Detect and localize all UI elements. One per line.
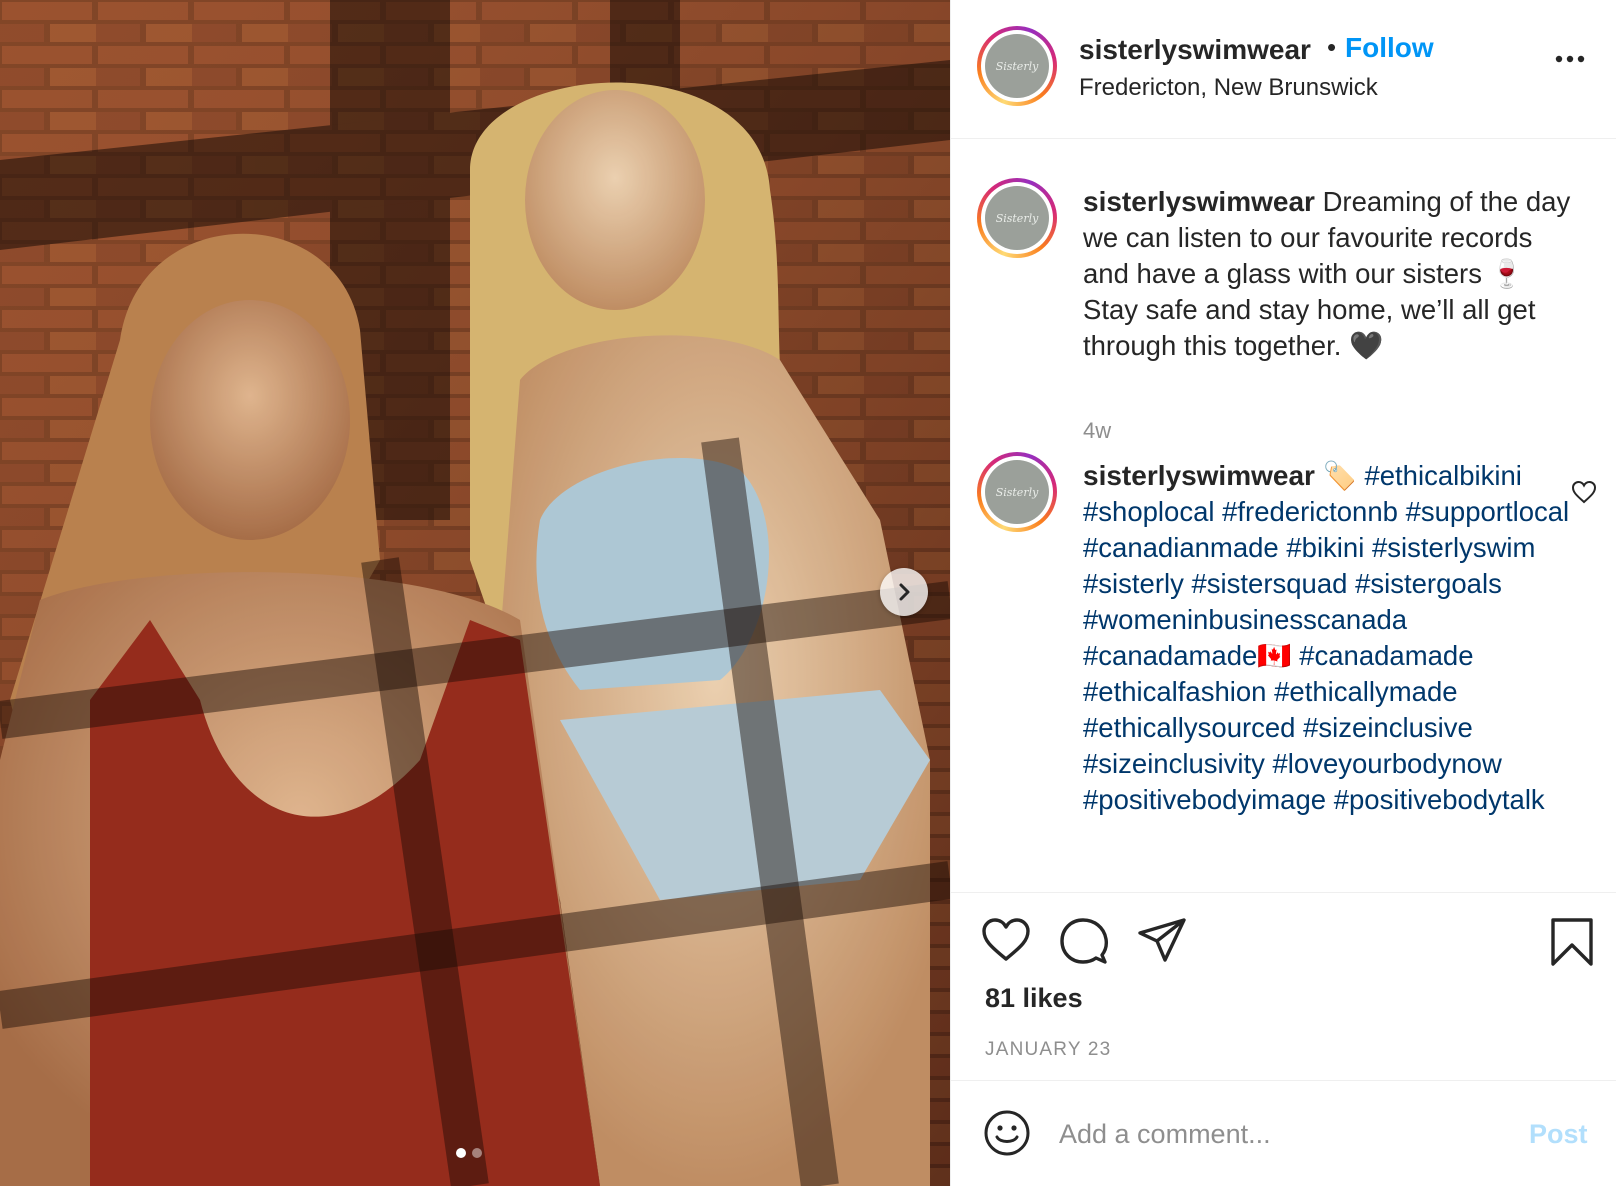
share-button[interactable]	[1137, 917, 1187, 968]
likes-count[interactable]: 81 likes	[985, 983, 1083, 1014]
share-icon	[1138, 918, 1186, 962]
carousel-indicator	[456, 1148, 482, 1158]
comment-button[interactable]	[1059, 917, 1109, 970]
heart-icon	[982, 918, 1030, 961]
heart-outline-icon	[1571, 480, 1597, 504]
post-sidebar: Sisterly sisterlyswimwear • Follow Frede…	[950, 0, 1616, 1186]
carousel-dot-active	[456, 1148, 466, 1158]
avatar[interactable]: Sisterly	[977, 178, 1057, 258]
hashtag-link[interactable]: #positivebodyimage	[1083, 784, 1326, 815]
hashtag-link[interactable]: #sizeinclusive	[1303, 712, 1473, 743]
caption-text: sisterlyswimwear Dreaming of the day we …	[1083, 184, 1583, 364]
post-image	[0, 0, 950, 1186]
hashtag-link[interactable]: #sistergoals	[1355, 568, 1502, 599]
caption-time[interactable]: 4w	[1083, 418, 1111, 444]
avatar-logo-text: Sisterly	[995, 211, 1039, 225]
hashtag-link[interactable]: #frederictonnb	[1222, 496, 1398, 527]
hashtag-link[interactable]: #womeninbusinesscanada	[1083, 604, 1407, 635]
add-comment-bar: Post	[951, 1080, 1616, 1186]
header-separator: •	[1327, 32, 1337, 62]
more-options-button[interactable]	[1555, 50, 1585, 68]
hashtag-list: #ethicalbikini #shoplocal #frederictonnb…	[1083, 460, 1569, 815]
post-actions: 81 likes JANUARY 23	[951, 892, 1616, 1080]
next-photo-button[interactable]	[880, 568, 928, 616]
avatar-logo-text: Sisterly	[995, 485, 1039, 499]
comment-input[interactable]	[1059, 1109, 1499, 1159]
hashtag-link[interactable]: #shoplocal	[1083, 496, 1214, 527]
hashtag-link[interactable]: #ethicalbikini	[1364, 460, 1521, 491]
post-date[interactable]: JANUARY 23	[985, 1039, 1111, 1061]
bookmark-icon	[1551, 918, 1593, 966]
tag-emoji: 🏷️	[1322, 460, 1357, 491]
hashtag-link[interactable]: #ethicalfashion	[1083, 676, 1266, 707]
hashtag-link[interactable]: #sistersquad	[1192, 568, 1348, 599]
comment-username[interactable]: sisterlyswimwear	[1083, 460, 1315, 491]
hashtag-link[interactable]: #bikini	[1286, 532, 1364, 563]
save-button[interactable]	[1549, 917, 1595, 972]
hashtag-link[interactable]: #supportlocal	[1406, 496, 1570, 527]
smiley-icon	[984, 1110, 1030, 1156]
caption-username[interactable]: sisterlyswimwear	[1083, 186, 1315, 217]
hashtag-link[interactable]: #loveyourbodynow	[1273, 748, 1502, 779]
avatar[interactable]: Sisterly	[977, 26, 1057, 106]
hashtag-link[interactable]: #canadamade	[1299, 640, 1473, 671]
hashtag-link[interactable]: #ethicallymade	[1274, 676, 1457, 707]
post-comment-button[interactable]: Post	[1529, 1119, 1588, 1150]
hashtag-link[interactable]: #sisterlyswim	[1372, 532, 1535, 563]
comments-list[interactable]: Sisterly sisterlyswimwear Dreaming of th…	[951, 140, 1616, 892]
header-username[interactable]: sisterlyswimwear	[1079, 34, 1311, 66]
avatar-logo-text: Sisterly	[995, 59, 1039, 73]
location-link[interactable]: Fredericton, New Brunswick	[1079, 74, 1378, 102]
hashtag-link[interactable]: #sizeinclusivity	[1083, 748, 1265, 779]
carousel-dot	[472, 1148, 482, 1158]
chevron-right-icon	[899, 583, 910, 601]
like-button[interactable]	[981, 917, 1031, 968]
post-photo[interactable]	[0, 0, 950, 1186]
emoji-button[interactable]	[983, 1109, 1031, 1162]
hashtag-comment-text: sisterlyswimwear 🏷️ #ethicalbikini #shop…	[1083, 458, 1583, 818]
more-horizontal-icon	[1555, 55, 1585, 63]
like-comment-button[interactable]	[1571, 480, 1597, 509]
follow-button[interactable]: Follow	[1345, 32, 1434, 64]
hashtag-link[interactable]: #canadamade🇨🇦	[1083, 640, 1292, 671]
hashtag-link[interactable]: #canadianmade	[1083, 532, 1279, 563]
post-header: Sisterly sisterlyswimwear • Follow Frede…	[951, 0, 1616, 139]
avatar[interactable]: Sisterly	[977, 452, 1057, 532]
hashtag-link[interactable]: #ethicallysourced	[1083, 712, 1295, 743]
hashtag-link[interactable]: #sisterly	[1083, 568, 1184, 599]
comment-icon	[1060, 918, 1109, 964]
hashtag-link[interactable]: #positivebodytalk	[1334, 784, 1545, 815]
